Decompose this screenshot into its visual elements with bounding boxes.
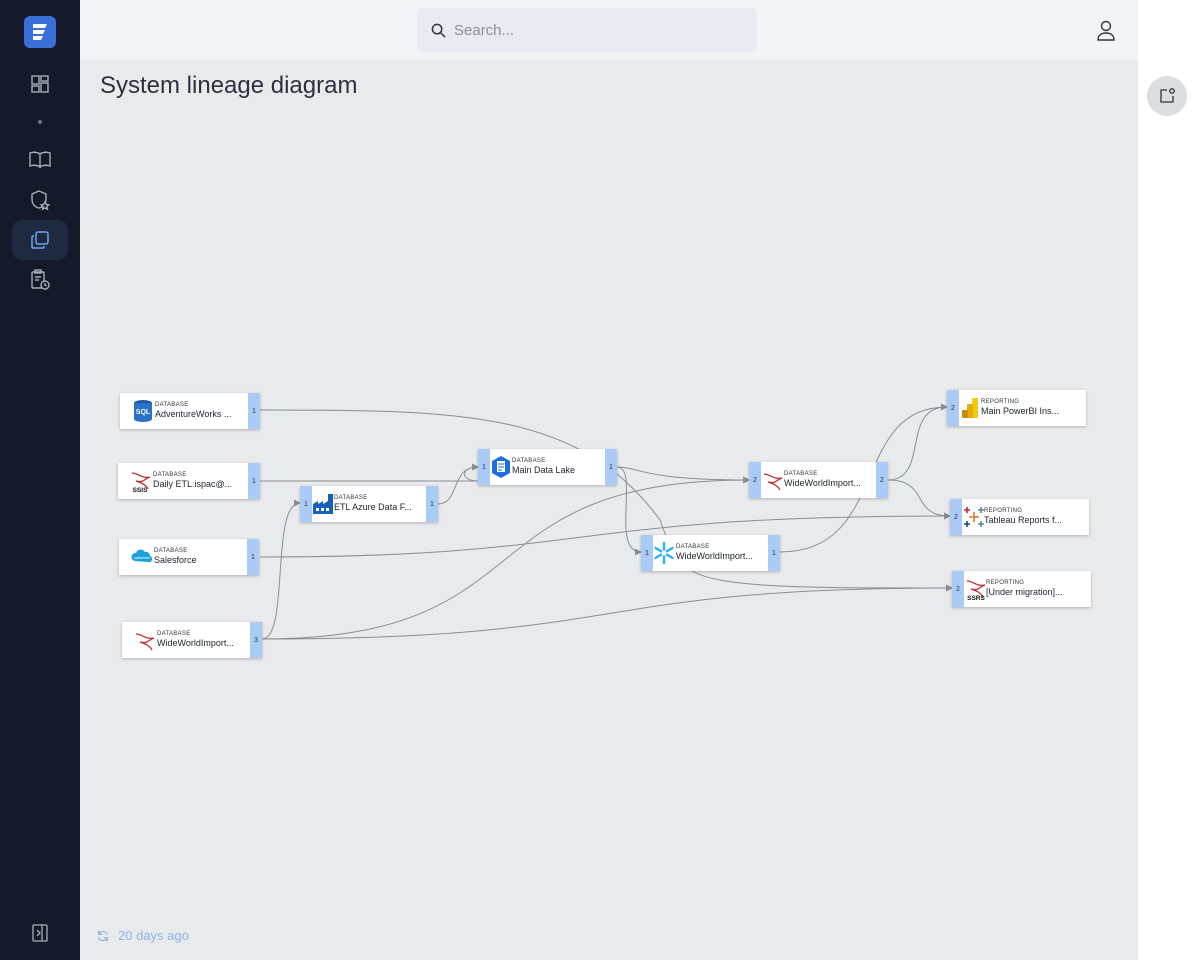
node-label: Main PowerBI Ins... [981, 406, 1060, 416]
node-label: Salesforce [154, 555, 197, 565]
svg-text:SSIS: SSIS [133, 487, 148, 493]
snowflake-icon [654, 541, 674, 565]
ssis-icon: SSIS [131, 472, 151, 493]
output-port[interactable]: 2 [876, 462, 888, 498]
edge-wwisql-tableau [887, 479, 951, 520]
output-port[interactable]: 1 [248, 463, 260, 499]
output-port[interactable]: 3 [250, 622, 262, 658]
clipboard-clock-icon [31, 269, 50, 290]
node-type: DATABASE [154, 548, 188, 554]
sidebar [0, 0, 80, 960]
nav-separator [38, 120, 42, 124]
output-port[interactable]: 1 [248, 393, 260, 429]
node-wwi-source[interactable]: DATABASE WideWorldImport... 3 [122, 622, 262, 658]
edge-datalake-snowflake [616, 466, 642, 556]
node-label: Tableau Reports f... [984, 515, 1063, 525]
node-main-data-lake[interactable]: 1 DATABASE Main Data Lake 1 [478, 449, 617, 485]
node-powerbi[interactable]: 2 REPORTING Main PowerBI Ins... [947, 390, 1086, 426]
sql-database-icon: SQL [134, 400, 152, 422]
output-port[interactable]: 1 [768, 535, 780, 571]
output-port[interactable]: 1 [426, 486, 438, 522]
node-label: WideWorldImport... [676, 551, 753, 561]
edge-snowflake-ssrs [689, 569, 953, 592]
nav-dashboard[interactable] [12, 64, 68, 104]
shield-star-icon [31, 190, 51, 211]
salesforce-icon: salesforce [131, 549, 153, 563]
input-port[interactable]: 2 [950, 499, 962, 535]
nav-catalog[interactable] [12, 140, 68, 180]
node-wwi-sqlserver[interactable]: 2 DATABASE WideWorldImport... 2 [749, 462, 888, 498]
main-area: System lineage diagram [80, 0, 1138, 960]
refresh-time: 20 days ago [118, 928, 189, 943]
node-wwi-snowflake[interactable]: 1 DATABASE WideWorldImport... 1 [641, 535, 780, 571]
edge-salesforce-tableau [259, 512, 951, 558]
input-port[interactable]: 1 [478, 449, 490, 485]
node-type: DATABASE [512, 458, 546, 464]
sql-server-icon [135, 633, 155, 651]
lineage-diagram: SQL DATABASE AdventureWorks ... 1 SSIS D… [80, 0, 1138, 960]
book-icon [29, 151, 51, 169]
feedback-button[interactable] [1147, 76, 1187, 116]
node-type: REPORTING [986, 580, 1025, 586]
data-lake-icon [492, 456, 510, 478]
app-logo[interactable] [24, 16, 56, 48]
sql-server-icon [763, 473, 783, 491]
edge-dailyetl-datalake [260, 463, 479, 482]
output-port[interactable]: 1 [247, 539, 259, 575]
node-type: REPORTING [984, 508, 1023, 514]
edge-wwisource-etlazure [261, 499, 301, 640]
node-label: [Under migration]... [986, 587, 1063, 597]
node-type: DATABASE [334, 495, 368, 501]
nav-governance[interactable] [12, 180, 68, 220]
svg-text:SQL: SQL [136, 409, 151, 416]
node-label: ETL Azure Data F... [334, 502, 412, 512]
copy-pages-icon [31, 231, 49, 249]
ssrs-icon: SSRS [966, 580, 986, 601]
node-label: WideWorldImport... [157, 638, 234, 648]
tableau-icon [964, 507, 984, 527]
node-type: DATABASE [155, 402, 189, 408]
node-etl-azure[interactable]: 1 DATABASE ETL Azure Data F... 1 [300, 486, 438, 522]
right-gutter [1138, 0, 1200, 960]
node-type: DATABASE [784, 471, 818, 477]
node-type: DATABASE [157, 631, 191, 637]
input-port[interactable]: 2 [749, 462, 761, 498]
input-port[interactable]: 1 [300, 486, 312, 522]
input-port[interactable]: 2 [952, 571, 964, 607]
dashboard-icon [31, 75, 49, 93]
logo-icon [33, 24, 47, 40]
notification-square-icon [1160, 88, 1175, 103]
edge-datalake-wwisql [616, 466, 750, 484]
node-salesforce[interactable]: salesforce DATABASE Salesforce 1 [119, 539, 259, 575]
node-type: REPORTING [981, 399, 1020, 405]
input-port[interactable]: 1 [641, 535, 653, 571]
node-label: Main Data Lake [512, 465, 576, 475]
node-adventureworks[interactable]: SQL DATABASE AdventureWorks ... 1 [120, 393, 260, 429]
powerbi-icon [962, 398, 978, 418]
edge-etlazure-datalake [437, 463, 479, 505]
svg-text:SSRS: SSRS [967, 595, 985, 601]
azure-data-factory-icon [313, 494, 333, 514]
refresh-status[interactable]: 20 days ago [96, 928, 189, 943]
output-port[interactable]: 1 [605, 449, 617, 485]
node-daily-etl[interactable]: SSIS DATABASE Daily ETL.ispac@... 1 [118, 463, 260, 499]
refresh-icon [98, 930, 108, 941]
node-type: DATABASE [676, 544, 710, 550]
edge-wwisource-ssrs [261, 584, 953, 640]
node-label: Daily ETL.ispac@... [153, 479, 233, 489]
node-label: WideWorldImport... [784, 478, 861, 488]
node-ssrs[interactable]: 2 SSRS REPORTING [Under migration]... [952, 571, 1091, 607]
node-tableau[interactable]: 2 REPORTING Tableau Reports f... [950, 499, 1089, 535]
input-port[interactable]: 2 [947, 390, 959, 426]
node-type: DATABASE [153, 472, 187, 478]
node-label: AdventureWorks ... [155, 409, 232, 419]
edge-wwisql-powerbi [887, 403, 948, 481]
nav-lineage[interactable] [12, 220, 68, 260]
collapse-sidebar-icon[interactable] [32, 924, 48, 942]
svg-text:salesforce: salesforce [134, 556, 150, 560]
nav-tasks[interactable] [12, 260, 68, 300]
